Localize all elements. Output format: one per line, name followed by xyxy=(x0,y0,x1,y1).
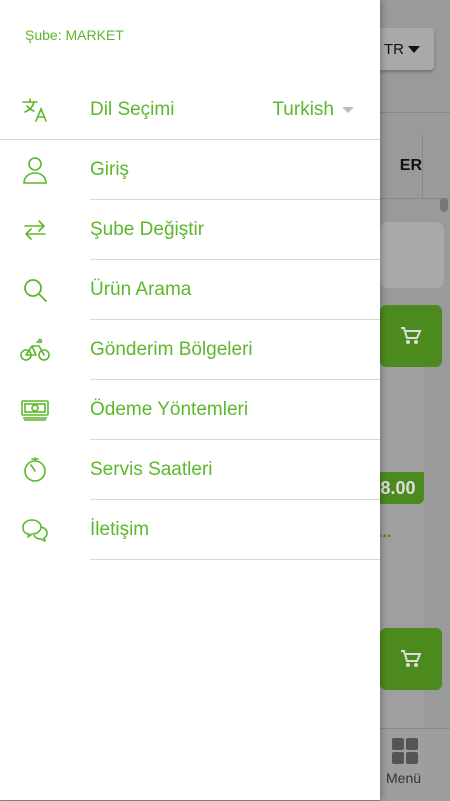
stopwatch-icon xyxy=(20,456,50,484)
branch-label: Şube: MARKET xyxy=(25,27,124,43)
menu-item-login[interactable]: Giriş xyxy=(0,140,380,200)
add-to-cart-button[interactable] xyxy=(380,628,442,690)
divider xyxy=(380,112,450,113)
language-dropdown-label: TR xyxy=(384,40,404,58)
search-box[interactable] xyxy=(380,222,444,288)
menu-item-contact[interactable]: İletişim xyxy=(0,500,380,560)
menu-item-label: İletişim xyxy=(90,519,150,540)
user-icon xyxy=(20,156,50,184)
swap-arrows-icon xyxy=(20,216,50,244)
menu-item-delivery-zones[interactable]: Gönderim Bölgeleri xyxy=(0,320,380,380)
language-value-select[interactable]: Turkish xyxy=(272,99,354,121)
menu-item-label: Şube Değiştir xyxy=(90,219,205,240)
language-value: Turkish xyxy=(272,99,334,120)
menu-item-product-search[interactable]: Ürün Arama xyxy=(0,260,380,320)
scrollbar[interactable] xyxy=(440,198,448,212)
language-label: Dil Seçimi xyxy=(90,99,175,120)
menu-item-label: Gönderim Bölgeleri xyxy=(90,339,253,360)
bottom-nav-menu-label[interactable]: Menü xyxy=(386,770,421,786)
add-to-cart-button[interactable] xyxy=(380,305,442,367)
product-name-truncated: ... xyxy=(378,524,392,541)
menu-item-change-branch[interactable]: Şube Değiştir xyxy=(0,200,380,260)
menu-item-label: Servis Saatleri xyxy=(90,459,213,480)
divider xyxy=(90,559,380,560)
search-icon xyxy=(20,276,50,304)
chat-icon xyxy=(20,516,50,544)
drawer-menu: Dil Seçimi Turkish Giriş Şube Değiştir Ü… xyxy=(0,80,380,560)
caret-down-icon xyxy=(408,45,420,53)
translate-icon xyxy=(20,96,50,124)
cart-icon xyxy=(401,650,422,667)
bicycle-icon xyxy=(20,336,50,364)
grid-icon[interactable] xyxy=(392,738,418,764)
caret-down-icon xyxy=(342,107,354,113)
menu-item-payment-methods[interactable]: Ödeme Yöntemleri xyxy=(0,380,380,440)
tab-divider xyxy=(422,134,423,198)
category-tab-label: ER xyxy=(399,157,422,174)
cart-icon xyxy=(401,327,422,344)
menu-item-label: Ödeme Yöntemleri xyxy=(90,399,249,420)
menu-item-label: Ürün Arama xyxy=(90,279,192,300)
product-price-value: 8.00 xyxy=(380,477,416,498)
money-icon xyxy=(20,396,50,424)
menu-item-label: Giriş xyxy=(90,159,130,180)
category-tab[interactable]: ER xyxy=(380,134,422,198)
navigation-drawer: Şube: MARKET Dil Seçimi Turkish Giriş Şu… xyxy=(0,0,380,800)
menu-item-service-hours[interactable]: Servis Saatleri xyxy=(0,440,380,500)
language-selector-row[interactable]: Dil Seçimi Turkish xyxy=(0,80,380,140)
divider xyxy=(380,198,450,199)
